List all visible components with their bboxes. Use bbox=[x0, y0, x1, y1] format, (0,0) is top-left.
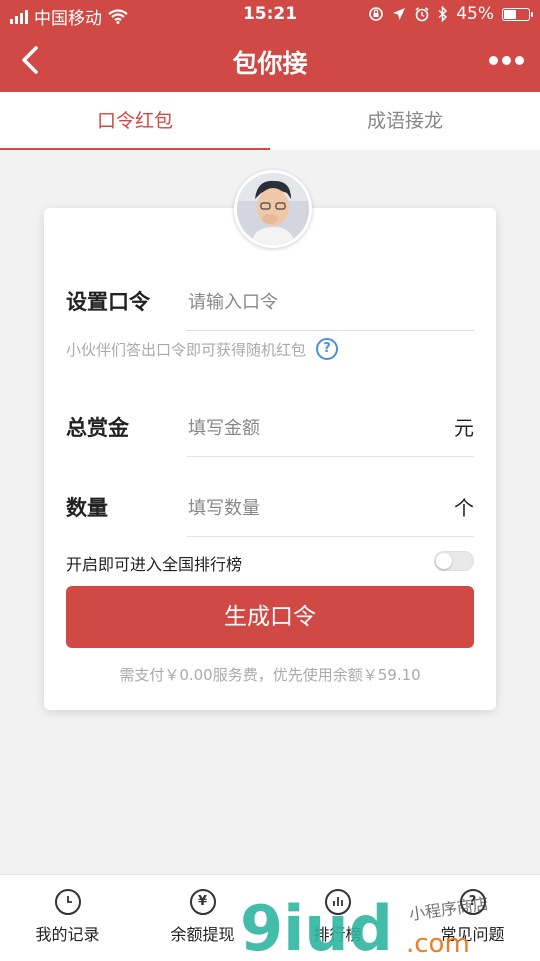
bottom-nav-ranking-label: 排行榜 bbox=[313, 925, 362, 944]
amount-label: 总赏金 bbox=[66, 416, 129, 440]
bottom-nav-withdraw-label: 余额提现 bbox=[170, 925, 235, 944]
avatar bbox=[234, 170, 312, 248]
amount-unit: 元 bbox=[454, 416, 474, 440]
clock-icon bbox=[54, 889, 81, 915]
avatar-image bbox=[237, 173, 309, 245]
bluetooth-icon bbox=[438, 6, 448, 22]
amount-row: 总赏金 填写金额 元 bbox=[66, 408, 474, 478]
count-input[interactable]: 填写数量 个 bbox=[186, 488, 474, 537]
rank-row: 开启即可进入全国排行榜 bbox=[66, 548, 474, 578]
nav-bar: 包你接 bbox=[0, 30, 540, 92]
tab-password-redpacket[interactable]: 口令红包 bbox=[0, 92, 270, 150]
password-input[interactable]: 请输入口令 bbox=[186, 282, 474, 331]
password-label: 设置口令 bbox=[66, 290, 150, 314]
rotation-lock-icon bbox=[369, 7, 384, 21]
count-unit: 个 bbox=[454, 496, 474, 520]
page-title: 包你接 bbox=[232, 49, 308, 78]
payment-note: 需支付￥0.00服务费，优先使用余额￥59.10 bbox=[119, 666, 421, 684]
status-right: 45% bbox=[368, 4, 533, 24]
count-label: 数量 bbox=[66, 496, 108, 520]
more-options-icon[interactable] bbox=[486, 52, 526, 68]
amount-placeholder: 填写金额 bbox=[188, 418, 260, 439]
bottom-nav-records[interactable]: 我的记录 bbox=[0, 875, 135, 961]
bottom-nav: 我的记录 ¥ 余额提现 排行榜 ? 常见问题 bbox=[0, 874, 540, 961]
help-icon[interactable]: ? bbox=[316, 338, 339, 360]
battery-icon bbox=[502, 7, 533, 21]
password-placeholder: 请输入口令 bbox=[188, 292, 278, 313]
redpacket-form-card: 设置口令 请输入口令 小伙伴们答出口令即可获得随机红包 ? 总赏金 填写金额 元… bbox=[44, 208, 496, 710]
bottom-nav-records-label: 我的记录 bbox=[35, 925, 100, 944]
location-icon bbox=[393, 8, 406, 20]
toggle-knob bbox=[436, 553, 452, 569]
bottom-nav-faq[interactable]: ? 常见问题 bbox=[405, 875, 540, 961]
battery-percent: 45% bbox=[456, 4, 494, 24]
tab-bar: 口令红包 成语接龙 bbox=[0, 92, 540, 150]
bottom-nav-withdraw[interactable]: ¥ 余额提现 bbox=[135, 875, 270, 961]
chart-icon bbox=[324, 889, 351, 915]
count-placeholder: 填写数量 bbox=[188, 498, 260, 519]
tab-idiom-chain[interactable]: 成语接龙 bbox=[270, 92, 540, 150]
bottom-nav-faq-label: 常见问题 bbox=[440, 925, 505, 944]
amount-input[interactable]: 填写金额 元 bbox=[186, 408, 474, 457]
rank-label: 开启即可进入全国排行榜 bbox=[66, 555, 243, 574]
bottom-nav-ranking[interactable]: 排行榜 bbox=[270, 875, 405, 961]
rank-toggle[interactable] bbox=[434, 551, 474, 571]
alarm-icon bbox=[415, 7, 429, 22]
status-bar: 中国移动 15:21 45% bbox=[0, 0, 540, 30]
yen-icon: ¥ bbox=[189, 889, 216, 915]
password-hint-text: 小伙伴们答出口令即可获得随机红包 bbox=[66, 340, 307, 359]
generate-password-button[interactable]: 生成口令 bbox=[66, 586, 474, 648]
password-hint: 小伙伴们答出口令即可获得随机红包 ? bbox=[66, 338, 339, 360]
question-icon: ? bbox=[459, 889, 486, 915]
